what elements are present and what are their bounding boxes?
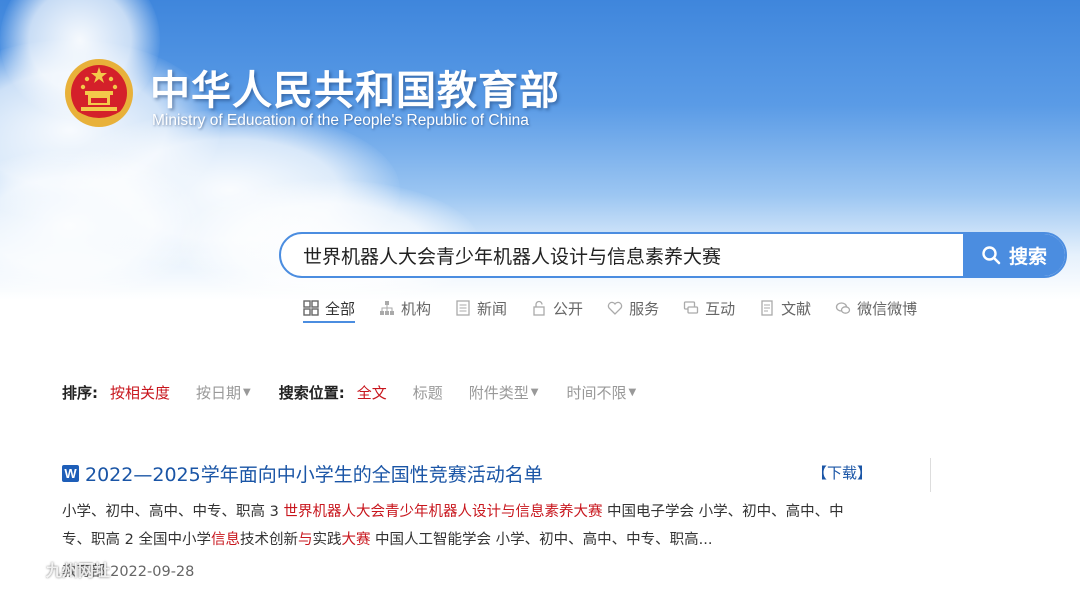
snippet-text: 小学、初中、高中、中专、职高 3 <box>62 504 284 520</box>
tab-service[interactable]: 服务 <box>607 295 659 321</box>
search-bar: 搜索 <box>279 232 1067 278</box>
search-button-label: 搜索 <box>1008 245 1047 268</box>
sort-by-date[interactable]: 按日期 ▼ <box>196 382 251 403</box>
attachment-type-label: 附件类型 <box>468 383 529 402</box>
attachment-type-dropdown[interactable]: 附件类型 ▼ <box>469 382 539 403</box>
snippet-highlight: 世界机器人大会青少年机器人设计与信息素养大赛 <box>283 504 603 520</box>
caret-down-icon: ▼ <box>628 386 637 398</box>
watermark-logo-icon <box>9 559 41 578</box>
result-title: 2022—2025学年面向中小学生的全国性竞赛活动名单 <box>85 464 543 486</box>
news-icon <box>456 300 470 316</box>
tab-label: 公开 <box>553 299 584 318</box>
result-snippet: 小学、初中、高中、中专、职高 3 世界机器人大会青少年机器人设计与信息素养大赛 … <box>62 498 872 554</box>
sort-label: 排序: <box>62 383 98 402</box>
org-icon <box>380 301 395 315</box>
wechat-icon <box>835 302 851 314</box>
sort-by-date-label: 按日期 <box>196 383 242 402</box>
tab-label: 全部 <box>325 299 356 318</box>
time-range-dropdown[interactable]: 时间不限 ▼ <box>566 382 636 403</box>
tab-org[interactable]: 机构 <box>379 295 431 321</box>
site-subtitle: Ministry of Education of the People's Re… <box>152 112 529 129</box>
sort-bar: 排序: 按相关度 按日期 ▼ 搜索位置: 全文 标题 附件类型 ▼ 时间不限 ▼ <box>62 382 636 402</box>
tab-all[interactable]: 全部 <box>303 295 356 323</box>
snippet-highlight: 信息 <box>210 532 240 548</box>
word-icon: W <box>62 465 79 482</box>
watermark: 九州网址 <box>8 556 110 582</box>
tab-label: 文献 <box>781 299 812 318</box>
tab-news[interactable]: 新闻 <box>455 295 507 321</box>
sort-by-relevance[interactable]: 按相关度 <box>110 382 170 403</box>
grid-icon <box>303 300 319 316</box>
site-title: 中华人民共和国教育部 <box>150 68 560 114</box>
snippet-text: 实践 <box>312 532 342 548</box>
search-position-label: 搜索位置: <box>278 383 345 402</box>
heart-icon <box>607 301 623 315</box>
result-title-link[interactable]: W 2022—2025学年面向中小学生的全国性竞赛活动名单 <box>62 460 543 487</box>
watermark-text: 九州网址 <box>46 561 111 580</box>
search-icon <box>982 246 1001 265</box>
snippet-text: 技术创新 <box>239 532 298 548</box>
download-link[interactable]: 【下载】 <box>812 462 872 483</box>
tab-public[interactable]: 公开 <box>531 295 583 321</box>
chat-icon <box>683 301 699 314</box>
tab-label: 互动 <box>705 299 736 318</box>
divider <box>930 458 931 492</box>
tab-interact[interactable]: 互动 <box>683 295 735 321</box>
caret-down-icon: ▼ <box>243 386 251 398</box>
position-title[interactable]: 标题 <box>413 382 443 403</box>
tab-label: 微信微博 <box>857 299 918 318</box>
national-emblem-icon <box>65 59 133 127</box>
snippet-highlight: 与 <box>297 532 313 548</box>
tab-label: 机构 <box>401 299 432 318</box>
position-fulltext[interactable]: 全文 <box>357 382 387 403</box>
snippet-text: 中国人工智能学会 小学、初中、高中、中专、职高... <box>370 532 713 548</box>
search-input[interactable] <box>281 234 966 276</box>
tab-docs[interactable]: 文献 <box>759 295 811 321</box>
category-tabs: 全部 机构 新闻 公开 服务 互动 文献 微信微博 <box>303 295 941 325</box>
caret-down-icon: ▼ <box>530 386 539 398</box>
search-button[interactable]: 搜索 <box>963 234 1065 276</box>
tab-label: 新闻 <box>477 299 508 318</box>
tab-wechat-weibo[interactable]: 微信微博 <box>835 295 917 321</box>
time-range-label: 时间不限 <box>566 383 627 402</box>
document-icon <box>761 300 773 316</box>
snippet-highlight: 大赛 <box>341 532 371 548</box>
tab-label: 服务 <box>629 299 660 318</box>
lock-icon <box>533 300 545 316</box>
